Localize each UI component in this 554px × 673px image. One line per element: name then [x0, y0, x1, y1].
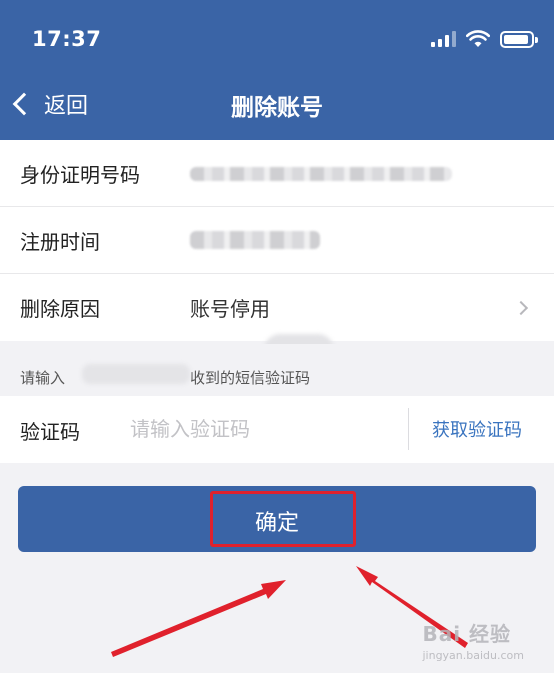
annotation-arrows	[111, 566, 468, 657]
baidu-watermark: Bai 经验 jingyan.baidu.com	[422, 618, 524, 662]
watermark-sub: jingyan.baidu.com	[422, 649, 524, 662]
watermark-main: Bai 经验	[422, 622, 512, 646]
annotation-arrow-left	[111, 580, 286, 657]
